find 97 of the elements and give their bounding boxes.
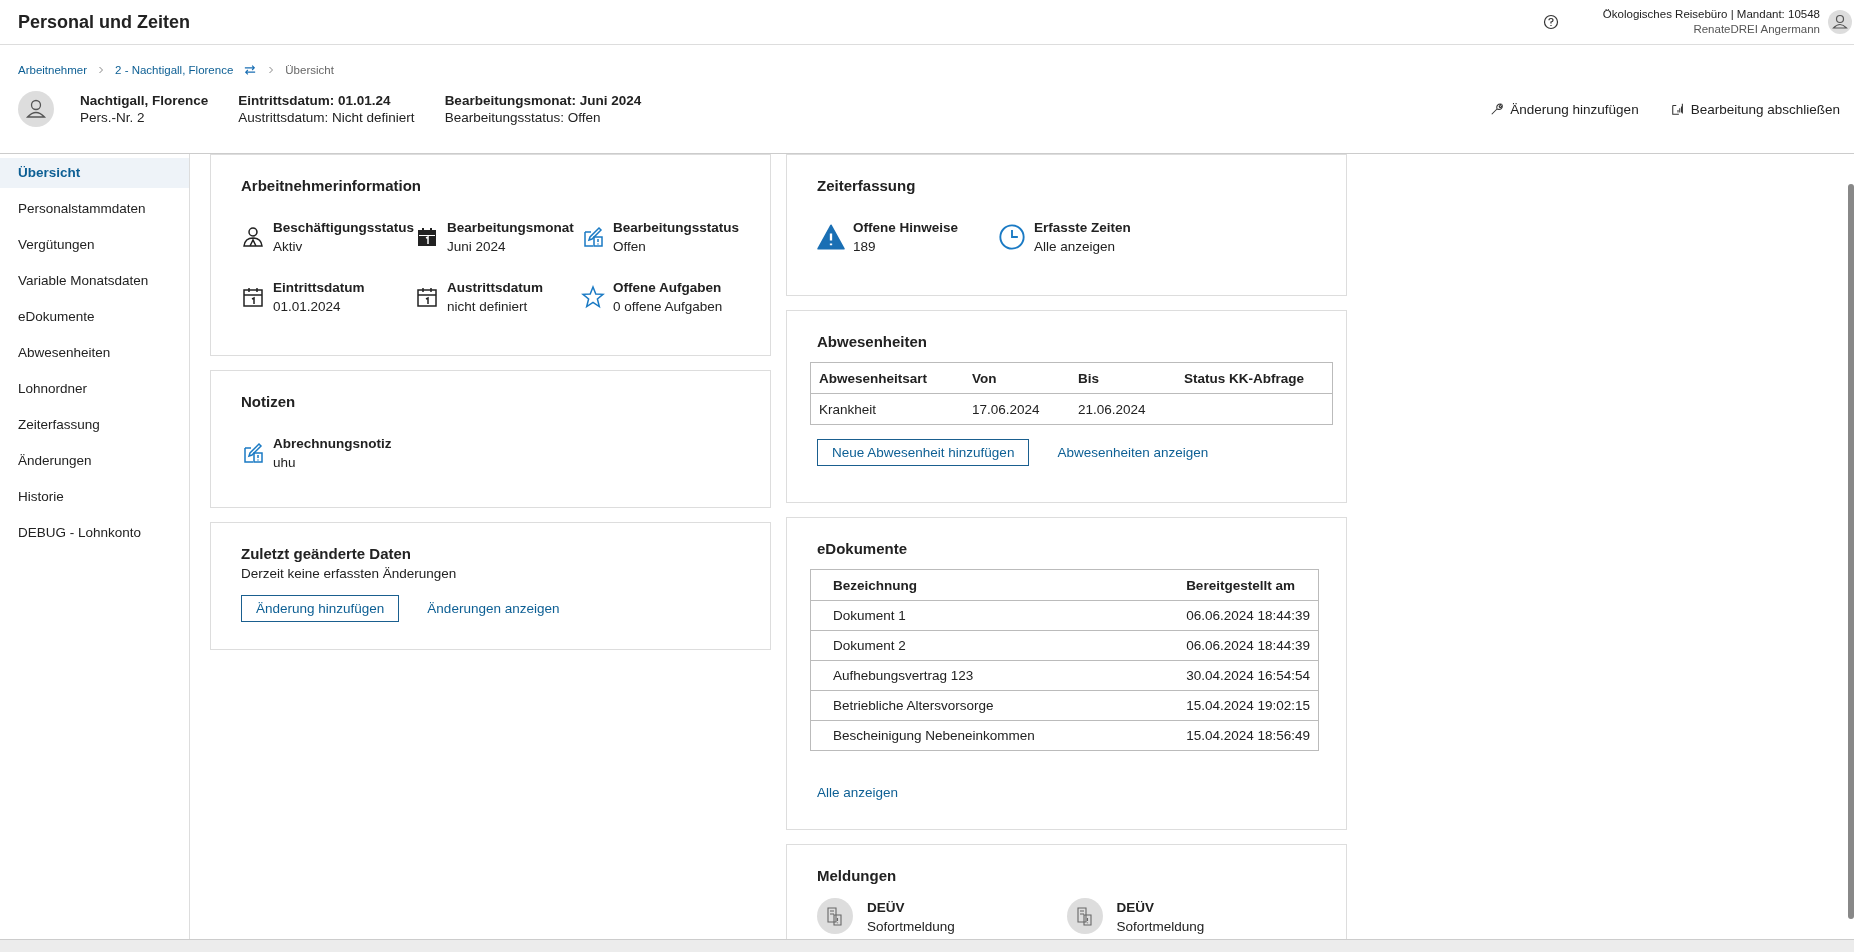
item-label: Austrittsdatum xyxy=(447,279,543,297)
add-change-button[interactable]: Änderung hinzufügen xyxy=(241,595,400,622)
employee-name: Nachtigall, Florence xyxy=(80,92,209,109)
sidebar-item[interactable]: Variable Monatsdaten xyxy=(0,266,189,296)
item-value: nicht definiert xyxy=(447,298,529,316)
notification-subtype: Sofortmeldung xyxy=(1116,918,1205,936)
empty-message: Derzeit keine erfassten Änderungen xyxy=(241,566,458,581)
processing-month: Bearbeitungsmonat: Juni 2024 xyxy=(444,92,642,109)
personnel-number: Pers.-Nr. 2 xyxy=(80,109,146,126)
exit-date: Austrittsdatum: Nicht definiert xyxy=(238,109,415,126)
item-label: Eintrittsdatum xyxy=(273,279,365,297)
calendar-icon xyxy=(415,285,439,309)
item-value: 01.01.2024 xyxy=(273,298,342,316)
show-absences-link[interactable]: Abwesenheiten anzeigen xyxy=(1057,445,1209,460)
card-title: Zeiterfassung xyxy=(817,177,917,194)
item-value: uhu xyxy=(273,454,297,472)
column-header: Bis xyxy=(1070,362,1176,394)
table-cell: Dokument 1 xyxy=(833,608,906,623)
item-label: Beschäftigungsstatus xyxy=(273,219,415,237)
card-title: Arbeitnehmerinformation xyxy=(241,177,422,194)
warning-icon xyxy=(817,223,845,251)
card-title: Abwesenheiten xyxy=(817,333,929,350)
card-title: Notizen xyxy=(241,393,297,410)
item-value: Juni 2024 xyxy=(447,238,507,256)
item-label: Offene Hinweise xyxy=(853,219,959,237)
card-title: Zuletzt geänderte Daten xyxy=(241,545,413,562)
item-label: Erfasste Zeiten xyxy=(1034,219,1131,237)
note-icon xyxy=(581,225,605,249)
document-icon xyxy=(1066,898,1103,934)
item-label: Abrechnungsnotiz xyxy=(273,435,392,453)
person-icon xyxy=(241,225,265,249)
breadcrumb-link[interactable]: 2 - Nachtigall, Florence xyxy=(115,64,234,76)
sidebar-item[interactable]: Änderungen xyxy=(0,446,189,476)
avatar-icon[interactable] xyxy=(1828,10,1852,34)
chevron-right-icon xyxy=(267,66,276,74)
user-name: RenateDREI Angermann xyxy=(1693,22,1820,37)
avatar-icon xyxy=(18,91,54,127)
app-title: Personal und Zeiten xyxy=(18,11,191,33)
table-cell: Dokument 2 xyxy=(833,638,906,653)
sidebar-item[interactable]: eDokumente xyxy=(0,302,189,332)
account-info: Ökologisches Reisebüro | Mandant: 10548 xyxy=(1602,7,1820,22)
horizontal-scrollbar[interactable] xyxy=(0,939,1854,952)
notification-subtype: Sofortmeldung xyxy=(867,918,955,936)
item-value: 0 offene Aufgaben xyxy=(613,298,723,316)
sidebar-item[interactable]: Personalstammdaten xyxy=(0,194,189,224)
item-value: 189 xyxy=(853,238,877,256)
add-absence-button[interactable]: Neue Abwesenheit hinzufügen xyxy=(817,439,1030,466)
calendar-icon xyxy=(415,225,439,249)
card-title: eDokumente xyxy=(817,540,909,557)
document-icon xyxy=(817,898,853,934)
sidebar-item[interactable]: Zeiterfassung xyxy=(0,410,189,440)
item-value: Offen xyxy=(613,238,647,256)
star-icon xyxy=(581,285,605,309)
column-header: Status KK-Abfrage xyxy=(1176,362,1333,394)
sidebar-item[interactable]: Lohnordner xyxy=(0,374,189,404)
calendar-icon xyxy=(241,285,265,309)
notification-type: DEÜV xyxy=(867,899,906,917)
column-header: Von xyxy=(964,362,1070,394)
table-cell: 06.06.2024 18:44:39 xyxy=(1186,638,1310,653)
table-cell: 15.04.2024 18:56:49 xyxy=(1186,728,1310,743)
table-cell: 17.06.2024 xyxy=(972,401,1040,417)
item-label: Bearbeitungsstatus xyxy=(613,219,740,237)
table-cell: 06.06.2024 18:44:39 xyxy=(1186,608,1310,623)
show-all-link[interactable]: Alle anzeigen xyxy=(817,785,899,800)
breadcrumb-current: Übersicht xyxy=(285,64,334,76)
column-header: Abwesenheitsart xyxy=(810,362,964,394)
card-title: Meldungen xyxy=(817,867,898,884)
breadcrumb-link[interactable]: Arbeitnehmer xyxy=(18,64,88,76)
item-label: Offene Aufgaben xyxy=(613,279,723,297)
clock-icon xyxy=(998,223,1027,251)
help-icon[interactable] xyxy=(1542,14,1559,30)
table-cell: 21.06.2024 xyxy=(1078,401,1146,417)
item-value: Aktiv xyxy=(273,238,304,256)
entry-date: Eintrittsdatum: 01.01.24 xyxy=(238,92,392,109)
table-cell: 15.04.2024 19:02:15 xyxy=(1186,698,1310,713)
header-action[interactable]: Bearbeitung abschließen xyxy=(1668,99,1842,119)
chevron-right-icon xyxy=(97,66,106,74)
sidebar-item[interactable]: DEBUG - Lohnkonto xyxy=(0,518,189,548)
sidebar-item[interactable]: Abwesenheiten xyxy=(0,338,189,368)
notification-type: DEÜV xyxy=(1116,899,1155,917)
sidebar-item[interactable]: Vergütungen xyxy=(0,230,189,260)
header-action[interactable]: Änderung hinzufügen xyxy=(1488,99,1641,119)
table-cell: Betriebliche Altersvorsorge xyxy=(833,698,994,713)
sidebar-item[interactable]: Übersicht xyxy=(0,158,189,188)
processing-status: Bearbeitungsstatus: Offen xyxy=(444,109,602,126)
table-cell: Krankheit xyxy=(819,401,877,417)
show-changes-link[interactable]: Änderungen anzeigen xyxy=(427,601,560,616)
item-label: Bearbeitungsmonat xyxy=(447,219,574,237)
item-value: Alle anzeigen xyxy=(1034,238,1117,256)
swap-arrows-icon[interactable] xyxy=(243,64,258,76)
sidebar-item[interactable]: Historie xyxy=(0,482,189,512)
table-cell: 30.04.2024 16:54:54 xyxy=(1186,668,1310,683)
note-icon xyxy=(241,441,265,465)
table-cell: Bescheinigung Nebeneinkommen xyxy=(833,728,1035,743)
column-header: Bereitgestellt am xyxy=(1164,569,1319,601)
table-cell: Aufhebungsvertrag 123 xyxy=(833,668,974,683)
column-header: Bezeichnung xyxy=(810,569,1165,601)
